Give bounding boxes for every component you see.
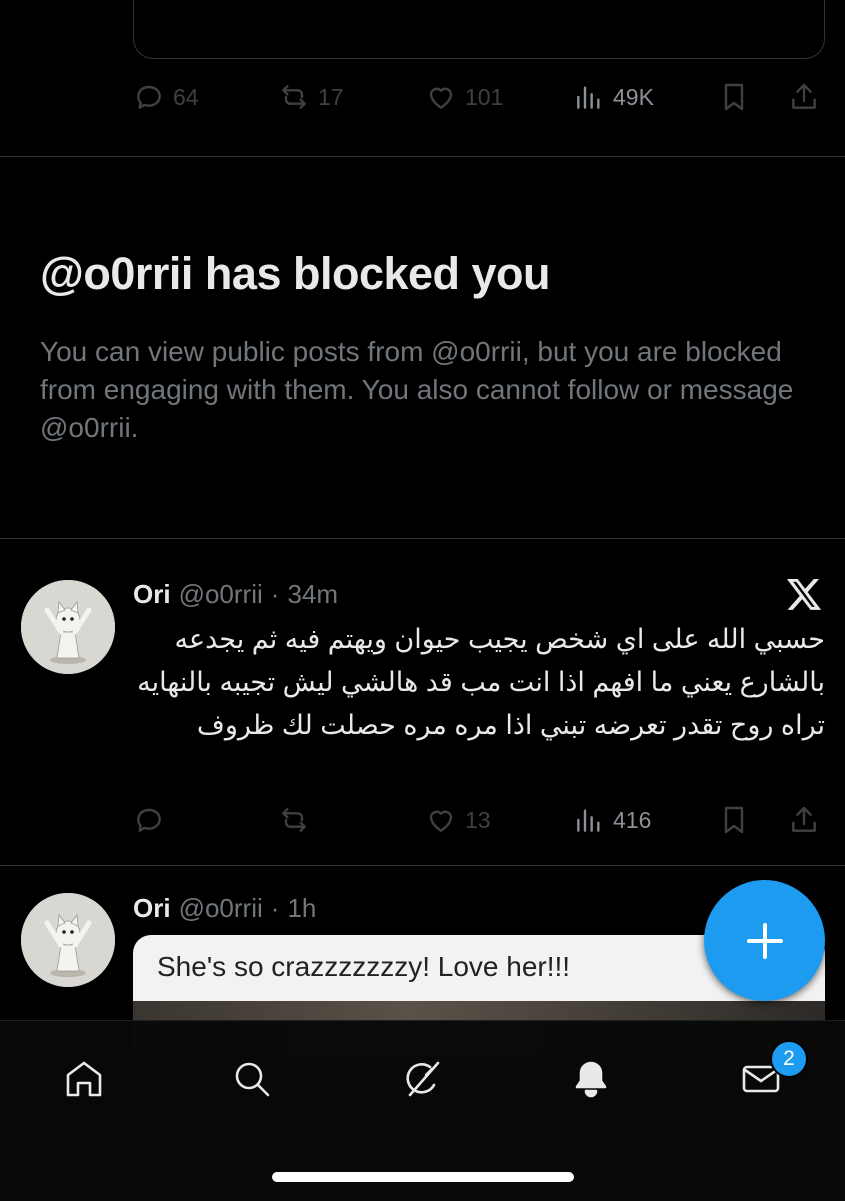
share-button[interactable] (788, 77, 820, 117)
embedded-media-card[interactable] (133, 0, 825, 59)
blocked-title: @o0rrii has blocked you (40, 248, 551, 299)
plus-icon (746, 922, 783, 959)
bookmark-button[interactable] (718, 77, 750, 117)
post-header: Ori @o0rrii · 34m (133, 579, 338, 610)
home-indicator (272, 1172, 574, 1182)
divider (0, 538, 845, 539)
share-button[interactable] (788, 800, 820, 840)
reply-icon (137, 808, 161, 832)
post-actions: 13 416 (133, 800, 823, 840)
views-count: 416 (613, 806, 652, 833)
cat-avatar-icon (21, 580, 115, 674)
nav-notifications[interactable] (563, 1051, 619, 1107)
bookmark-icon (724, 806, 744, 834)
share-icon (792, 83, 816, 109)
cat-avatar-icon (21, 893, 115, 987)
heart-icon (429, 810, 453, 832)
nav-grok[interactable] (394, 1051, 450, 1107)
repost-count: 17 (318, 83, 344, 110)
messages-badge: 2 (770, 1040, 808, 1078)
views-button[interactable]: 416 (573, 800, 651, 840)
repost-button[interactable]: 17 (278, 77, 344, 117)
handle[interactable]: @o0rrii (179, 893, 263, 924)
like-button[interactable]: 13 (425, 800, 491, 840)
avatar[interactable] (21, 580, 115, 674)
top-post-actions: 64 17 101 49K (133, 77, 823, 117)
blocked-message: You can view public posts from @o0rrii, … (40, 336, 794, 443)
divider (0, 865, 845, 866)
heart-icon (429, 87, 453, 109)
timestamp[interactable]: 34m (287, 579, 338, 610)
views-icon (577, 86, 600, 109)
media-caption: She's so crazzzzzzzy! Love her!!! (157, 951, 571, 982)
display-name[interactable]: Ori (133, 893, 171, 924)
timestamp[interactable]: 1h (287, 893, 316, 924)
like-count: 101 (465, 83, 504, 110)
separator-dot: · (270, 893, 280, 923)
separator-dot: · (270, 579, 280, 609)
avatar[interactable] (21, 893, 115, 987)
reply-button[interactable] (133, 800, 173, 840)
reply-button[interactable]: 64 (133, 77, 199, 117)
bookmark-icon (724, 83, 744, 111)
reply-icon (137, 85, 161, 109)
like-count: 13 (465, 806, 491, 833)
like-button[interactable]: 101 (425, 77, 503, 117)
repost-button[interactable] (278, 800, 318, 840)
display-name[interactable]: Ori (133, 579, 171, 610)
grok-icon (406, 1061, 440, 1097)
post-header: Ori @o0rrii · 1h (133, 893, 316, 924)
repost-icon (282, 85, 306, 109)
divider (0, 156, 845, 157)
x-logo-icon[interactable] (785, 575, 823, 613)
reply-count: 64 (173, 83, 199, 110)
compose-button[interactable] (704, 880, 825, 1001)
handle[interactable]: @o0rrii (179, 579, 263, 610)
bell-icon (575, 1061, 607, 1098)
repost-icon (282, 808, 306, 832)
home-icon (66, 1061, 102, 1097)
post-text: حسبي الله على اي شخص يجيب حيوان ويهتم في… (137, 624, 825, 740)
share-icon (792, 806, 816, 832)
nav-search[interactable] (224, 1051, 280, 1107)
bookmark-button[interactable] (718, 800, 750, 840)
views-icon (577, 809, 600, 832)
nav-home[interactable] (56, 1051, 112, 1107)
search-icon (235, 1062, 270, 1097)
views-count: 49K (613, 83, 654, 110)
views-button[interactable]: 49K (573, 77, 654, 117)
